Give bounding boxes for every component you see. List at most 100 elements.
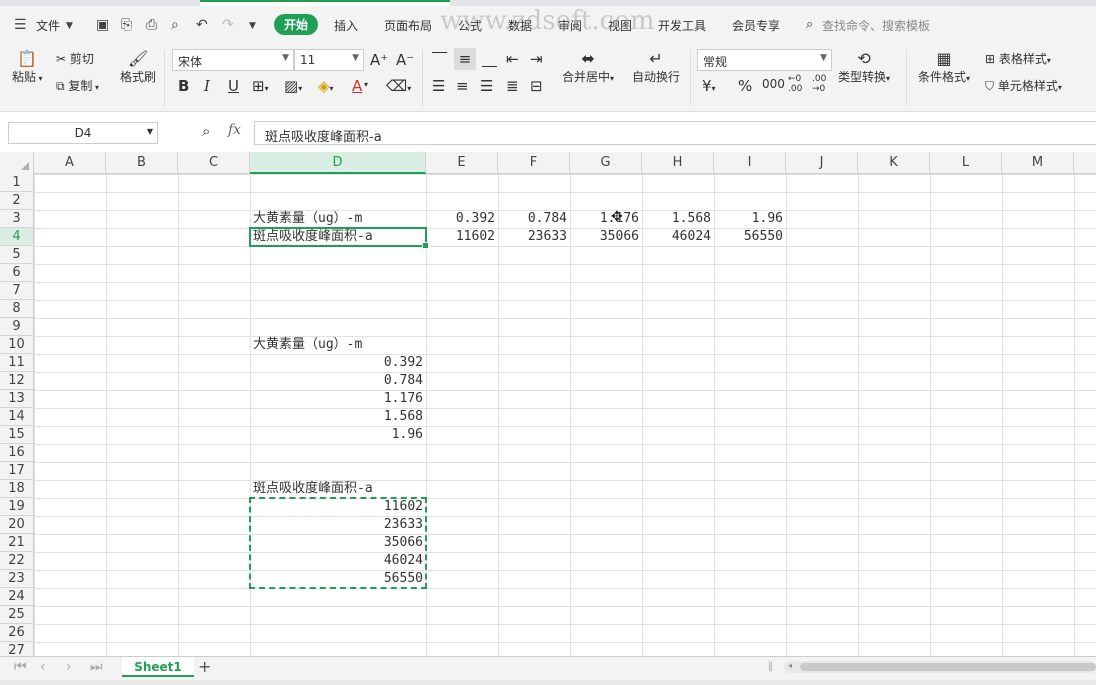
cell-g3[interactable]: 1.176 <box>570 210 639 228</box>
last-sheet-icon[interactable]: ⏭ <box>90 659 103 675</box>
increase-indent-icon[interactable]: ⇥ <box>530 50 543 68</box>
decrease-decimal-icon[interactable]: .00 →0 <box>812 74 826 94</box>
row-header-25[interactable]: 25 <box>0 606 34 624</box>
chevron-down-icon[interactable]: ▼ <box>66 18 73 34</box>
percent-icon[interactable]: % <box>738 77 752 95</box>
row-header-26[interactable]: 26 <box>0 624 34 642</box>
cell-g4[interactable]: 35066 <box>570 228 639 246</box>
cell-i3[interactable]: 1.96 <box>714 210 783 228</box>
row-header-6[interactable]: 6 <box>0 264 34 282</box>
fill-color-icon[interactable]: ◈▾ <box>318 77 334 95</box>
font-name-select[interactable]: 宋体 ▼ <box>172 49 294 71</box>
active-cell[interactable] <box>249 227 429 249</box>
tab-developer[interactable]: 开发工具 <box>658 17 706 34</box>
column-header-f[interactable]: F <box>498 152 570 174</box>
first-sheet-icon[interactable]: ⏮ <box>14 659 27 675</box>
clear-format-icon[interactable]: ⌫▾ <box>386 77 411 95</box>
row-header-18[interactable]: 18 <box>0 480 34 498</box>
cell-i4[interactable]: 56550 <box>714 228 783 246</box>
thousands-separator-icon[interactable]: 000 <box>762 77 785 91</box>
row-header-12[interactable]: 12 <box>0 372 34 390</box>
select-all-corner[interactable] <box>0 152 34 174</box>
prev-sheet-icon[interactable]: ‹ <box>40 659 46 675</box>
chevron-down-icon[interactable]: ▾ <box>364 80 368 89</box>
row-header-1[interactable]: 1 <box>0 174 34 192</box>
bold-button[interactable]: B <box>178 77 189 95</box>
split-handle-icon[interactable]: ‖ <box>768 661 773 672</box>
add-sheet-icon[interactable]: + <box>198 657 211 676</box>
row-header-27[interactable]: 27 <box>0 642 34 656</box>
align-left-icon[interactable]: ☰ <box>432 77 445 95</box>
cell-e4[interactable]: 11602 <box>426 228 495 246</box>
increase-font-icon[interactable]: A⁺ <box>370 51 388 69</box>
number-format-select[interactable]: 常规 ▼ <box>697 49 832 71</box>
row-header-2[interactable]: 2 <box>0 192 34 210</box>
column-header-l[interactable]: L <box>930 152 1002 174</box>
row-header-20[interactable]: 20 <box>0 516 34 534</box>
font-color-button[interactable]: A <box>352 77 362 95</box>
fx-button[interactable]: fx <box>228 122 241 138</box>
column-header-e[interactable]: E <box>426 152 498 174</box>
cut-button[interactable]: ✂ 剪切 <box>56 50 94 67</box>
tab-member[interactable]: 会员专享 <box>732 17 780 34</box>
worksheet-grid[interactable]: ABCDEFGHIJKLM 1 2 3 4 5 6 7 8 9 10 11 12 13 14 15 16 17 1… <box>0 152 1096 656</box>
row-header-11[interactable]: 11 <box>0 354 34 372</box>
tab-home[interactable]: 开始 <box>274 14 319 35</box>
justify-icon[interactable]: ≣ <box>506 77 519 95</box>
cell-d14[interactable]: 1.568 <box>250 408 423 426</box>
decrease-font-icon[interactable]: A⁻ <box>396 51 414 69</box>
row-header-23[interactable]: 23 <box>0 570 34 588</box>
sheet-tab-sheet1[interactable]: Sheet1 <box>122 657 194 677</box>
decrease-indent-icon[interactable]: ⇤ <box>506 50 519 68</box>
column-header-b[interactable]: B <box>106 152 178 174</box>
row-header-10[interactable]: 10 <box>0 336 34 354</box>
border-icon[interactable]: ⊞▾ <box>252 77 269 95</box>
horizontal-scrollbar[interactable]: ◂ <box>784 661 1096 673</box>
cell-f3[interactable]: 0.784 <box>498 210 567 228</box>
next-sheet-icon[interactable]: › <box>66 659 72 675</box>
cell-d12[interactable]: 0.784 <box>250 372 423 390</box>
column-header-m[interactable]: M <box>1002 152 1074 174</box>
underline-button[interactable]: U <box>228 77 239 95</box>
fill-pattern-icon[interactable]: ▨▾ <box>284 77 302 95</box>
search-icon[interactable]: ⌕ <box>806 17 813 33</box>
column-header-h[interactable]: H <box>642 152 714 174</box>
wrap-text-button[interactable]: ↵ 自动换行 <box>632 50 680 85</box>
column-header-j[interactable]: J <box>786 152 858 174</box>
redo-icon[interactable]: ↷ <box>222 17 234 33</box>
row-header-4[interactable]: 4 <box>0 228 34 246</box>
cell-d15[interactable]: 1.96 <box>250 426 423 444</box>
formula-input[interactable]: 斑点吸收度峰面积-a <box>254 121 1096 145</box>
currency-icon[interactable]: ¥▾ <box>702 77 716 95</box>
quick-access-dropdown-icon[interactable]: ▼ <box>249 18 256 34</box>
align-top-icon[interactable]: ⎺ <box>432 50 447 68</box>
zoom-icon[interactable]: ⌕ <box>202 122 210 140</box>
cell-d13[interactable]: 1.176 <box>250 390 423 408</box>
row-header-8[interactable]: 8 <box>0 300 34 318</box>
column-header-a[interactable]: A <box>34 152 106 174</box>
column-header-k[interactable]: K <box>858 152 930 174</box>
cell-f4[interactable]: 23633 <box>498 228 567 246</box>
row-header-5[interactable]: 5 <box>0 246 34 264</box>
undo-icon[interactable]: ↶ <box>196 17 208 33</box>
column-header-g[interactable]: G <box>570 152 642 174</box>
export-pdf-icon[interactable]: ⎘ <box>121 17 132 33</box>
merge-center-button[interactable]: ⬌ 合并居中▾ <box>562 50 614 85</box>
cell-style-button[interactable]: ⛉ 单元格样式▾ <box>985 77 1062 94</box>
copy-button[interactable]: ⧉ 复制 ▾ <box>56 77 99 94</box>
format-painter-button[interactable]: 🖌 格式刷 <box>120 50 156 85</box>
row-header-13[interactable]: 13 <box>0 390 34 408</box>
row-header-21[interactable]: 21 <box>0 534 34 552</box>
font-size-select[interactable]: 11 ▼ <box>294 49 364 71</box>
increase-decimal-icon[interactable]: ←0.00 <box>788 74 802 94</box>
save-icon[interactable]: ▣ <box>96 17 109 33</box>
row-header-19[interactable]: 19 <box>0 498 34 516</box>
cell-h4[interactable]: 46024 <box>642 228 711 246</box>
cell-e3[interactable]: 0.392 <box>426 210 495 228</box>
scrollbar-thumb[interactable] <box>800 663 1096 671</box>
column-header-d[interactable]: D <box>250 152 426 174</box>
type-convert-button[interactable]: ⟲ 类型转换▾ <box>838 50 890 85</box>
file-menu[interactable]: 文件 <box>36 17 60 34</box>
row-header-9[interactable]: 9 <box>0 318 34 336</box>
cell-d11[interactable]: 0.392 <box>250 354 423 372</box>
